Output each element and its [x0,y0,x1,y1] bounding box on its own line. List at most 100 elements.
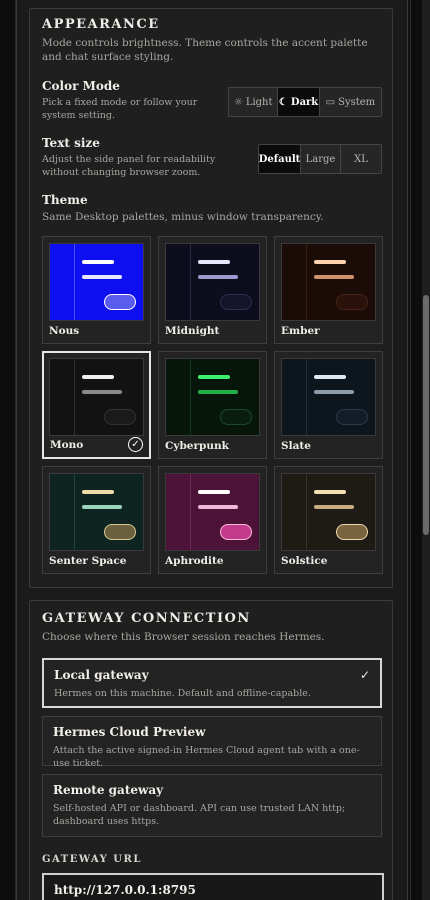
preview-pill [220,294,252,310]
theme-tile-senter-space[interactable]: Senter Space [42,466,151,574]
theme-name: Senter Space [49,555,127,567]
preview-line [82,505,122,509]
color-mode-dark-button[interactable]: ☾ Dark [278,88,320,116]
gateway-option-description: Attach the active signed-in Hermes Cloud… [53,745,360,769]
preview-pill [336,294,368,310]
text-size-label: Text size [42,136,100,150]
theme-preview [281,473,376,551]
theme-name: Ember [281,325,320,337]
theme-preview [281,243,376,321]
gateway-description: Choose where this Browser session reache… [42,631,325,643]
preview-sidebar-divider [74,359,75,435]
theme-name: Aphrodite [165,555,224,567]
color-mode-description: Pick a fixed mode or follow your system … [42,97,198,121]
theme-preview [281,358,376,436]
preview-sidebar-divider [190,244,191,320]
color-mode-light-button[interactable]: ☼ Light [229,88,279,116]
appearance-section: APPEARANCE Mode controls brightness. The… [29,8,393,588]
theme-tile-ember[interactable]: Ember [274,236,383,344]
gateway-option-description: Hermes on this machine. Default and offl… [54,688,311,699]
color-mode-option-label: System [338,96,376,108]
scrollbar[interactable] [422,0,430,900]
gateway-url-label: GATEWAY URL [42,854,142,865]
preview-line [198,375,230,379]
theme-name: Solstice [281,555,328,567]
appearance-description: Mode controls brightness. Theme controls… [42,37,368,63]
theme-preview [49,243,144,321]
theme-tile-nous[interactable]: Nous [42,236,151,344]
preview-line [314,390,354,394]
preview-pill [104,524,136,540]
preview-line [198,275,238,279]
color-mode-option-label: Dark [290,96,319,108]
preview-sidebar-divider [74,474,75,550]
preview-line [314,490,346,494]
theme-tile-cyberpunk[interactable]: Cyberpunk [158,351,267,459]
text-size-default-button[interactable]: Default [259,145,301,173]
sun-icon: ☼ [233,96,243,108]
theme-name: Slate [281,440,311,452]
monitor-icon: ▭ [325,96,336,108]
gateway-option-remote-gateway[interactable]: Remote gateway Self-hosted API or dashboa… [42,774,382,837]
gateway-title: GATEWAY CONNECTION [42,611,251,626]
preview-line [198,260,230,264]
theme-tile-slate[interactable]: Slate [274,351,383,459]
color-mode-system-button[interactable]: ▭ System [320,88,381,116]
scrollbar-thumb[interactable] [423,295,429,535]
theme-tile-aphrodite[interactable]: Aphrodite [158,466,267,574]
theme-preview [165,243,260,321]
appearance-title: APPEARANCE [42,17,160,32]
preview-pill [336,524,368,540]
theme-preview [165,358,260,436]
preview-pill [220,409,252,425]
preview-sidebar-divider [74,244,75,320]
gateway-option-description: Self-hosted API or dashboard. API can us… [53,803,346,827]
theme-name: Nous [49,325,80,337]
gateway-option-title: Local gateway [54,668,149,682]
preview-line [314,375,346,379]
theme-name: Midnight [165,325,220,337]
gateway-section: GATEWAY CONNECTION Choose where this Bro… [29,600,393,900]
theme-tile-solstice[interactable]: Solstice [274,466,383,574]
preview-line [82,390,122,394]
text-size-large-button[interactable]: Large [301,145,341,173]
theme-name: Cyberpunk [165,440,229,452]
preview-sidebar-divider [190,359,191,435]
preview-line [198,505,238,509]
preview-sidebar-divider [190,474,191,550]
theme-label: Theme [42,193,88,207]
theme-tile-mono[interactable]: Mono ✓ [42,351,151,459]
preview-line [314,260,346,264]
color-mode-selector: ☼ Light ☾ Dark ▭ System [228,87,382,117]
preview-line [82,275,122,279]
moon-icon: ☾ [278,96,288,108]
check-circle-icon: ✓ [128,437,143,452]
gateway-option-title: Hermes Cloud Preview [53,725,206,739]
preview-pill [220,524,252,540]
preview-sidebar-divider [306,359,307,435]
theme-preview [165,473,260,551]
preview-sidebar-divider [306,244,307,320]
gateway-option-title: Remote gateway [53,783,164,797]
gateway-option-local-gateway[interactable]: Local gateway Hermes on this machine. Def… [42,658,382,708]
theme-description: Same Desktop palettes, minus window tran… [42,211,324,223]
preview-pill [104,294,136,310]
theme-name: Mono [50,439,84,451]
preview-line [198,490,230,494]
text-size-xl-button[interactable]: XL [341,145,381,173]
preview-line [82,375,114,379]
gateway-url-input[interactable] [42,873,384,900]
preview-line [198,390,238,394]
theme-tile-midnight[interactable]: Midnight [158,236,267,344]
preview-line [82,260,114,264]
text-size-description: Adjust the side panel for readability wi… [42,154,216,178]
theme-preview [49,473,144,551]
preview-pill [104,409,136,425]
preview-pill [336,409,368,425]
color-mode-label: Color Mode [42,79,120,93]
color-mode-option-label: Light [245,96,273,108]
text-size-selector: Default Large XL [258,144,382,174]
gateway-option-hermes-cloud-preview[interactable]: Hermes Cloud Preview Attach the active si… [42,716,382,769]
settings-panel: APPEARANCE Mode controls brightness. The… [16,0,408,900]
theme-preview [49,358,144,436]
